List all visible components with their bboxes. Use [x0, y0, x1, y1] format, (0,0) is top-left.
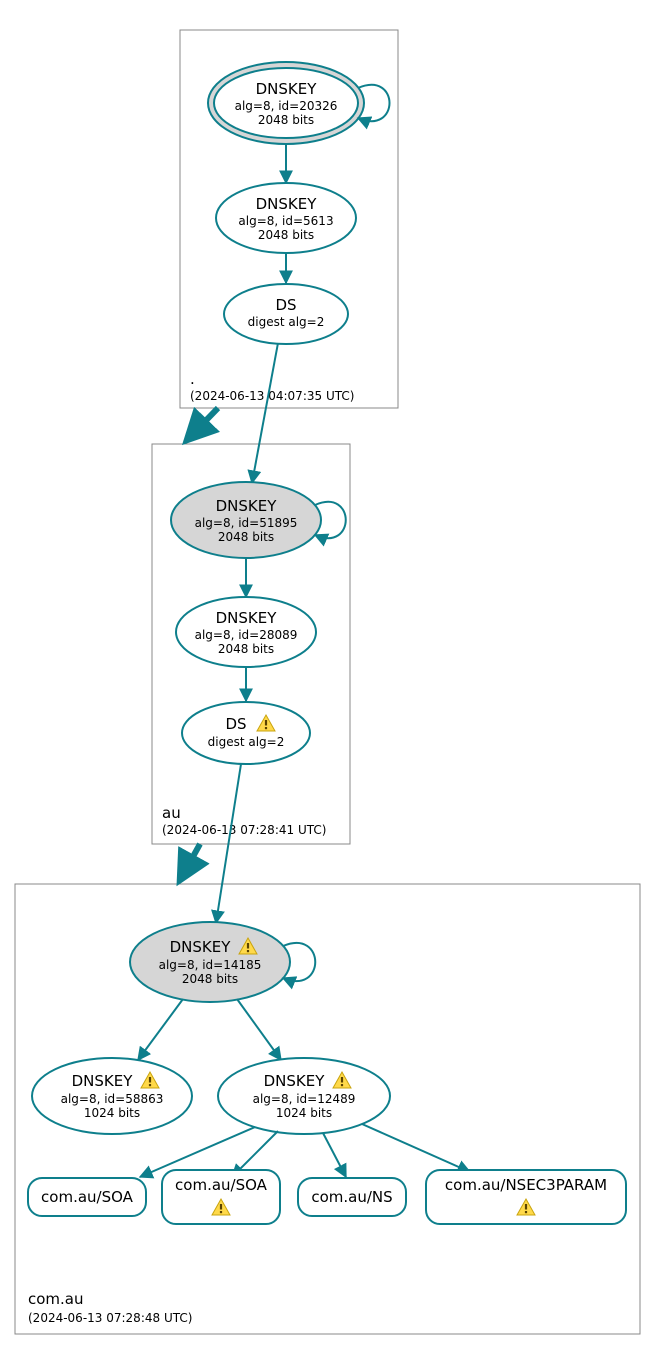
svg-text:DNSKEY: DNSKEY [256, 195, 318, 213]
node-comau-zsk2[interactable]: DNSKEY alg=8, id=12489 1024 bits [218, 1058, 390, 1134]
svg-text:DS: DS [225, 715, 246, 733]
node-comau-ksk[interactable]: DNSKEY alg=8, id=14185 2048 bits [130, 922, 290, 1002]
svg-text:alg=8, id=12489: alg=8, id=12489 [253, 1092, 356, 1106]
svg-text:com.au/NSEC3PARAM: com.au/NSEC3PARAM [445, 1176, 607, 1194]
svg-text:DNSKEY: DNSKEY [264, 1072, 326, 1090]
edge-root-ds-au-ksk [252, 343, 278, 483]
node-au-ksk[interactable]: DNSKEY alg=8, id=51895 2048 bits [171, 482, 321, 558]
svg-text:1024 bits: 1024 bits [276, 1106, 332, 1120]
edge-zsk2-nsec3 [362, 1124, 470, 1172]
svg-text:2048 bits: 2048 bits [182, 972, 238, 986]
svg-text:digest alg=2: digest alg=2 [248, 315, 325, 329]
svg-text:digest alg=2: digest alg=2 [208, 735, 285, 749]
svg-text:2048 bits: 2048 bits [258, 228, 314, 242]
svg-text:2048 bits: 2048 bits [218, 530, 274, 544]
svg-text:DNSKEY: DNSKEY [72, 1072, 134, 1090]
zone-ts-comau: (2024-06-13 07:28:48 UTC) [28, 1311, 192, 1325]
svg-text:com.au/NS: com.au/NS [311, 1188, 392, 1206]
edge-comau-ksk-zsk2 [237, 999, 281, 1060]
zone-ts-au: (2024-06-13 07:28:41 UTC) [162, 823, 326, 837]
zone-label-au: au [162, 804, 181, 822]
node-root-ds[interactable]: DS digest alg=2 [224, 284, 348, 344]
zone-label-comau: com.au [28, 1290, 84, 1308]
svg-text:DNSKEY: DNSKEY [256, 80, 318, 98]
svg-text:DNSKEY: DNSKEY [216, 609, 278, 627]
svg-text:alg=8, id=14185: alg=8, id=14185 [159, 958, 262, 972]
zone-label-root: . [190, 370, 195, 388]
svg-text:alg=8, id=28089: alg=8, id=28089 [195, 628, 298, 642]
svg-text:DNSKEY: DNSKEY [216, 497, 278, 515]
svg-text:2048 bits: 2048 bits [218, 642, 274, 656]
node-root-zsk[interactable]: DNSKEY alg=8, id=5613 2048 bits [216, 183, 356, 253]
svg-text:2048 bits: 2048 bits [258, 113, 314, 127]
node-au-ds[interactable]: DS digest alg=2 [182, 702, 310, 764]
edge-delegation-au-comau [180, 844, 200, 880]
svg-text:DS: DS [275, 296, 296, 314]
node-rr-soa1[interactable]: com.au/SOA [28, 1178, 146, 1216]
svg-text:DNSKEY: DNSKEY [170, 938, 232, 956]
edge-delegation-root-au [187, 408, 218, 440]
svg-text:alg=8, id=58863: alg=8, id=58863 [61, 1092, 164, 1106]
node-au-zsk[interactable]: DNSKEY alg=8, id=28089 2048 bits [176, 597, 316, 667]
edge-zsk2-ns [323, 1133, 346, 1177]
svg-text:alg=8, id=5613: alg=8, id=5613 [238, 214, 333, 228]
node-comau-zsk1[interactable]: DNSKEY alg=8, id=58863 1024 bits [32, 1058, 192, 1134]
svg-text:com.au/SOA: com.au/SOA [175, 1176, 268, 1194]
svg-text:alg=8, id=51895: alg=8, id=51895 [195, 516, 298, 530]
dnssec-graph: . (2024-06-13 04:07:35 UTC) DNSKEY alg=8… [0, 0, 653, 1354]
zone-ts-root: (2024-06-13 04:07:35 UTC) [190, 389, 354, 403]
svg-text:1024 bits: 1024 bits [84, 1106, 140, 1120]
node-rr-soa2[interactable]: com.au/SOA [162, 1170, 280, 1224]
node-root-ksk[interactable]: DNSKEY alg=8, id=20326 2048 bits [208, 62, 364, 144]
node-rr-ns[interactable]: com.au/NS [298, 1178, 406, 1216]
svg-text:alg=8, id=20326: alg=8, id=20326 [235, 99, 338, 113]
svg-text:com.au/SOA: com.au/SOA [41, 1188, 134, 1206]
edge-comau-ksk-zsk1 [138, 999, 183, 1060]
node-rr-nsec3[interactable]: com.au/NSEC3PARAM [426, 1170, 626, 1224]
